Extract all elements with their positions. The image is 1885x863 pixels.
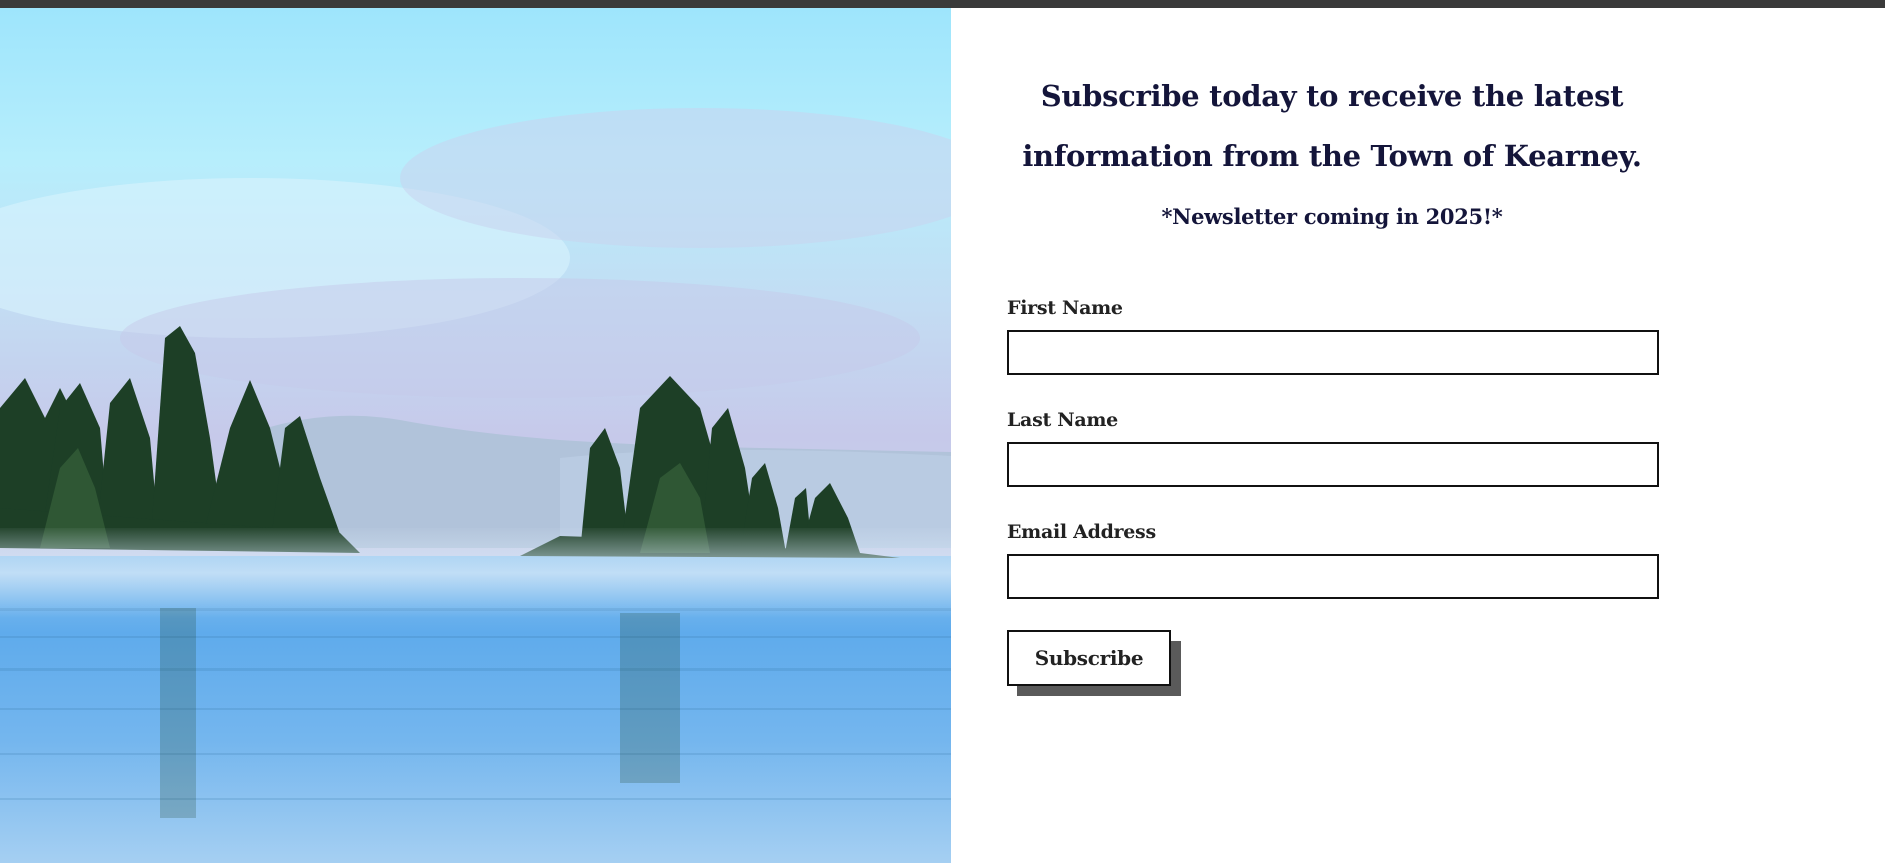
last-name-label: Last Name	[1007, 409, 1118, 431]
headline-line-2: information from the Town of Kearney.	[1022, 139, 1642, 173]
email-label: Email Address	[1007, 521, 1156, 543]
last-name-field[interactable]	[1007, 442, 1659, 487]
newsletter-headline: Subscribe today to receive the latest in…	[1006, 66, 1658, 186]
hero-image	[0, 8, 951, 863]
subscribe-button[interactable]: Subscribe	[1007, 630, 1171, 686]
email-field[interactable]	[1007, 554, 1659, 599]
browser-top-strip	[0, 0, 1885, 8]
headline-line-1: Subscribe today to receive the latest	[1040, 79, 1624, 113]
newsletter-subline: *Newsletter coming in 2025!*	[1161, 204, 1503, 229]
misty-lake-photo	[0, 8, 951, 863]
first-name-label: First Name	[1007, 297, 1123, 319]
first-name-field[interactable]	[1007, 330, 1659, 375]
